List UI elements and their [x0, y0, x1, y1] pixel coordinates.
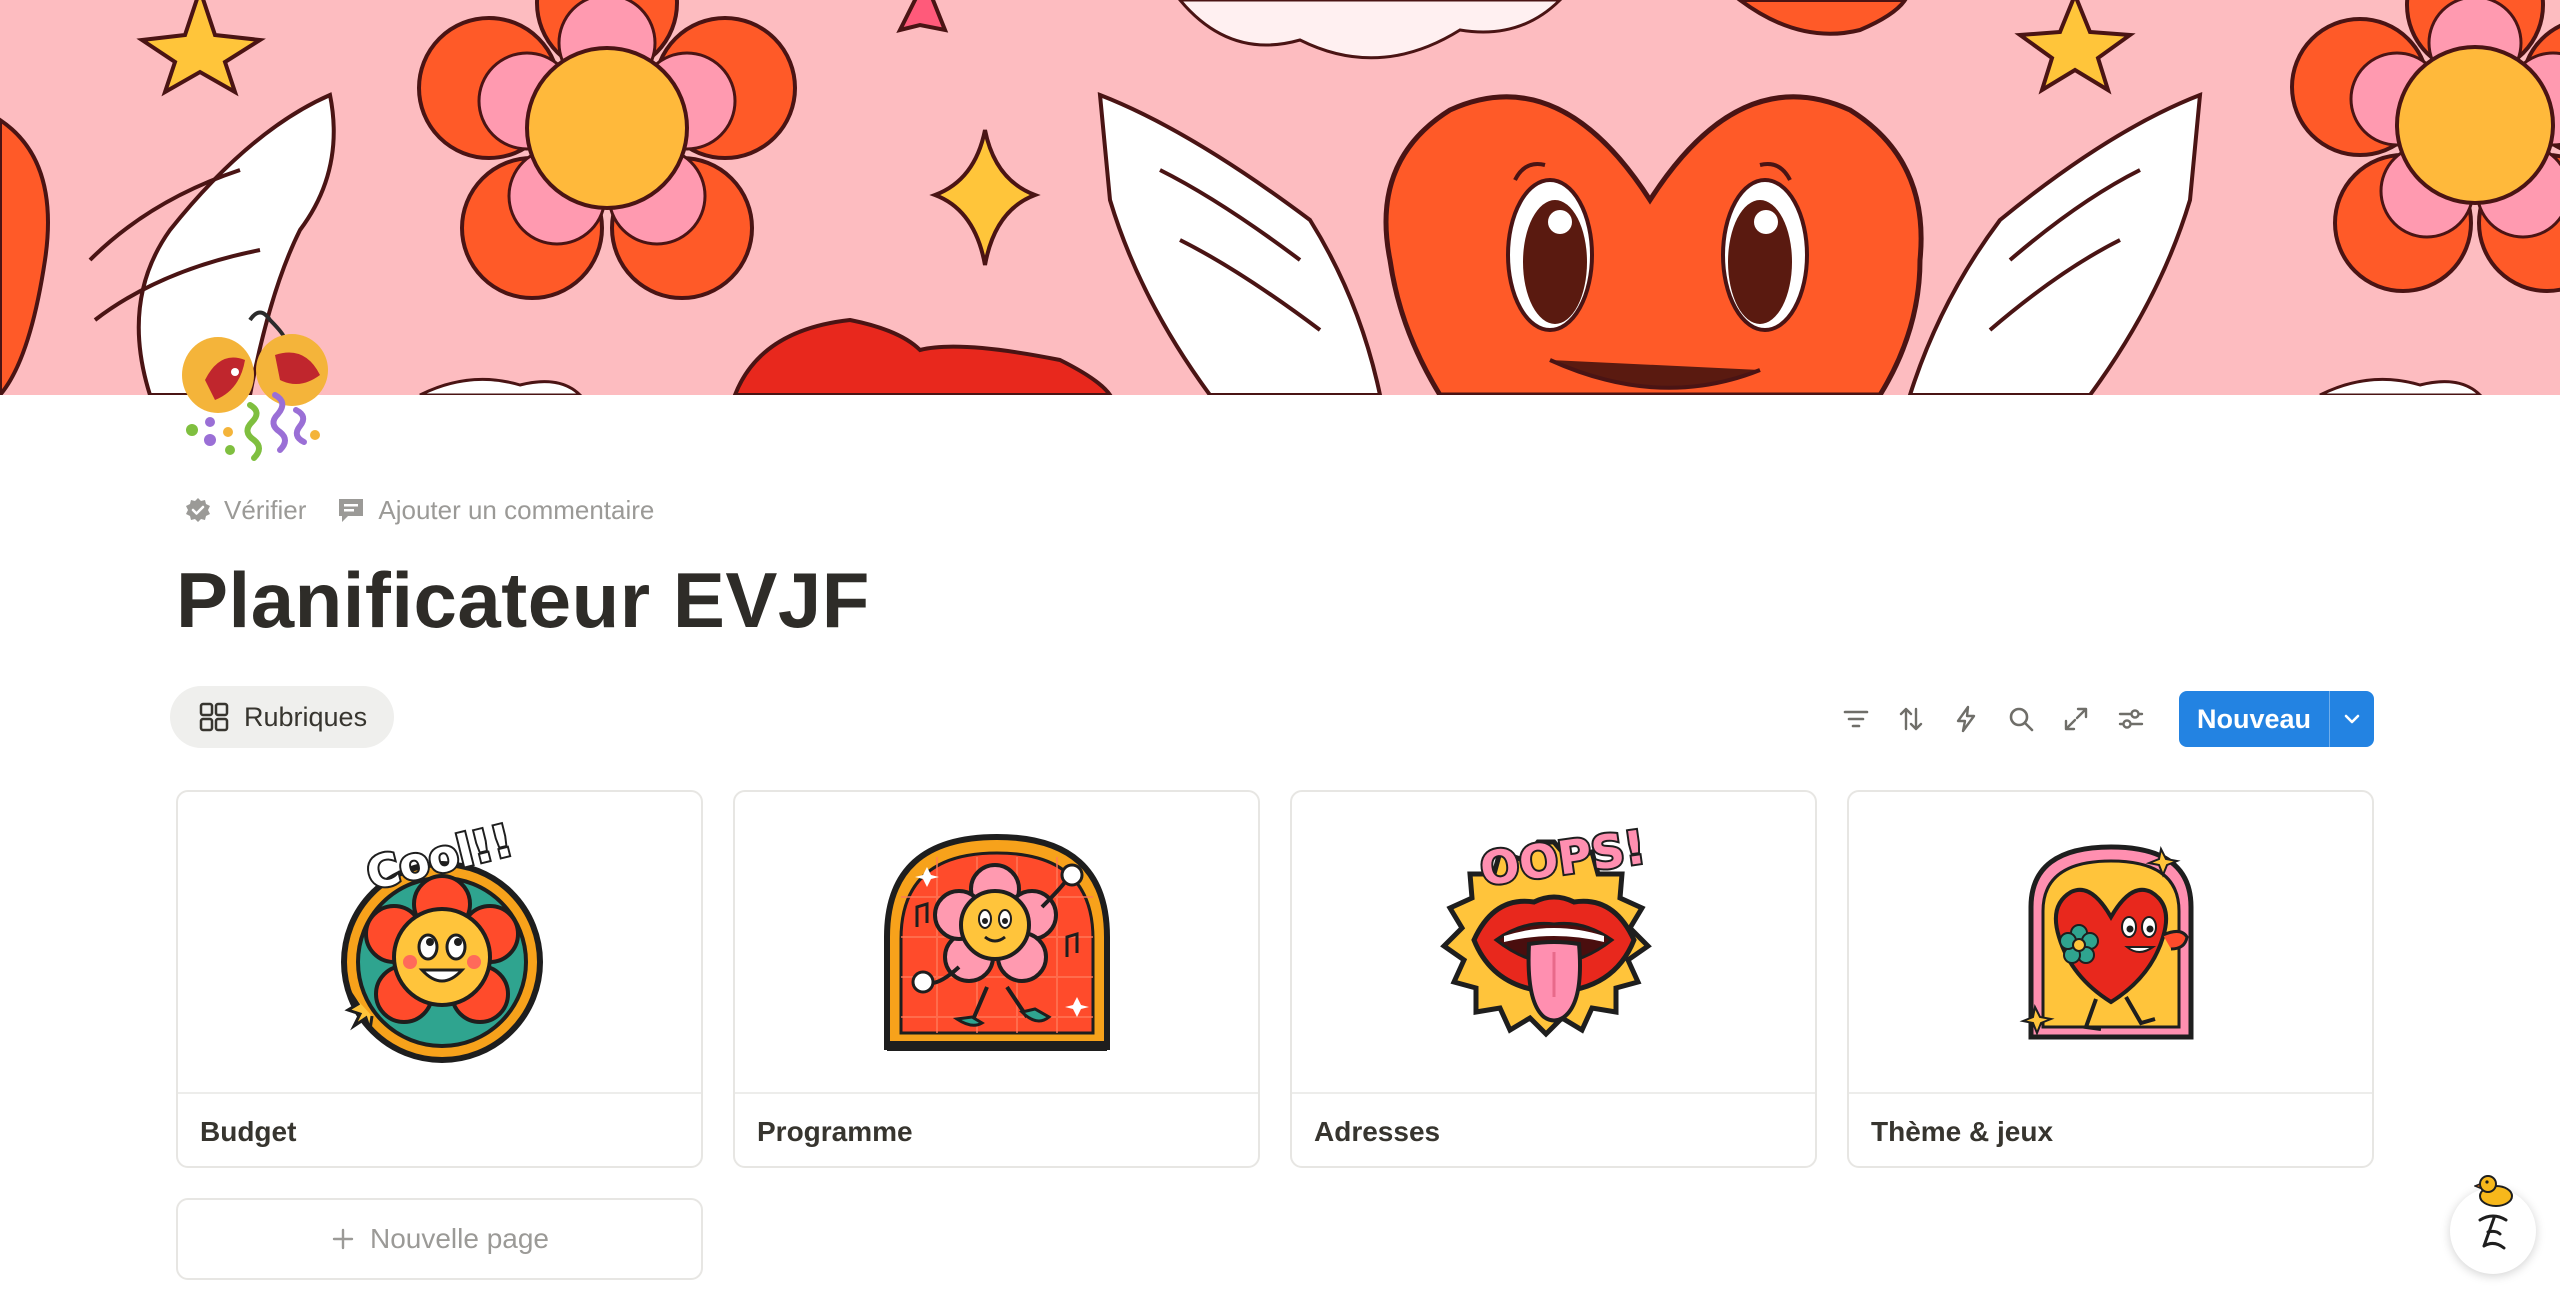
card-title: Adresses [1314, 1116, 1441, 1147]
view-settings-button[interactable] [2104, 692, 2159, 747]
oops-lips-sticker: OOPS! [1439, 818, 1652, 1038]
search-button[interactable] [1994, 692, 2049, 747]
help-glyph-icon [2478, 1214, 2508, 1250]
duck-icon [2474, 1175, 2513, 1207]
card-cover: OOPS! [1292, 792, 1815, 1094]
heart-character-sticker [2019, 844, 2193, 1040]
expand-icon [2065, 707, 2088, 731]
page-title[interactable]: Planificateur EVJF [176, 555, 870, 646]
dancing-flower-sticker [883, 833, 1110, 1051]
verify-button[interactable]: Vérifier [184, 495, 306, 526]
card-cover [1849, 792, 2372, 1094]
automation-button[interactable] [1939, 692, 1994, 747]
card-title: Thème & jeux [1871, 1116, 2054, 1147]
add-comment-button[interactable]: Ajouter un commentaire [336, 495, 654, 526]
gallery-card-programme[interactable]: Programme [733, 790, 1260, 1168]
lightning-icon [1957, 705, 1976, 733]
comment-icon [339, 499, 364, 522]
view-tab-label: Rubriques [244, 701, 368, 732]
gallery-card-budget[interactable]: Cool!! Budget [176, 790, 703, 1168]
search-icon [2010, 707, 2034, 732]
page-icon-party-popper[interactable] [170, 300, 350, 480]
page-cover[interactable] [0, 0, 2560, 395]
sort-button[interactable] [1884, 692, 1939, 747]
view-tab-rubriques[interactable]: Rubriques [170, 686, 394, 748]
page-actions: Vérifier Ajouter un commentaire [184, 492, 654, 528]
filter-button[interactable] [1829, 692, 1884, 747]
filter-icon [1844, 710, 1869, 728]
add-comment-label: Ajouter un commentaire [378, 494, 655, 525]
cool-flower-sticker: Cool!! [340, 813, 543, 1063]
gallery-grid-icon [199, 702, 229, 732]
new-page-label: Nouvelle page [369, 1223, 550, 1254]
verify-label: Vérifier [224, 494, 307, 525]
card-cover [735, 792, 1258, 1094]
card-title: Programme [757, 1116, 913, 1147]
confetti-icon [182, 310, 328, 461]
plus-icon [332, 1228, 354, 1250]
new-button-group: Nouveau [2178, 691, 2374, 747]
settings-sliders-icon [2119, 709, 2144, 729]
new-page-button[interactable]: Nouvelle page [176, 1198, 703, 1280]
card-cover: Cool!! [178, 792, 701, 1094]
gallery-card-adresses[interactable]: OOPS! Adresses [1290, 790, 1817, 1168]
expand-button[interactable] [2049, 692, 2104, 747]
gallery-view: Cool!! Budget Programme OOPS! Adresses T… [176, 790, 2374, 1168]
new-button[interactable]: Nouveau [2179, 691, 2329, 747]
verified-badge-icon [186, 498, 210, 522]
gallery-card-theme-jeux[interactable]: Thème & jeux [1847, 790, 2374, 1168]
card-title: Budget [200, 1116, 297, 1147]
sort-icon [1900, 707, 1923, 731]
new-dropdown-button[interactable] [2329, 691, 2374, 747]
cover-illustration [0, 0, 2560, 395]
database-toolbar: Nouveau [1829, 690, 2374, 748]
chevron-down-icon [2344, 714, 2360, 724]
